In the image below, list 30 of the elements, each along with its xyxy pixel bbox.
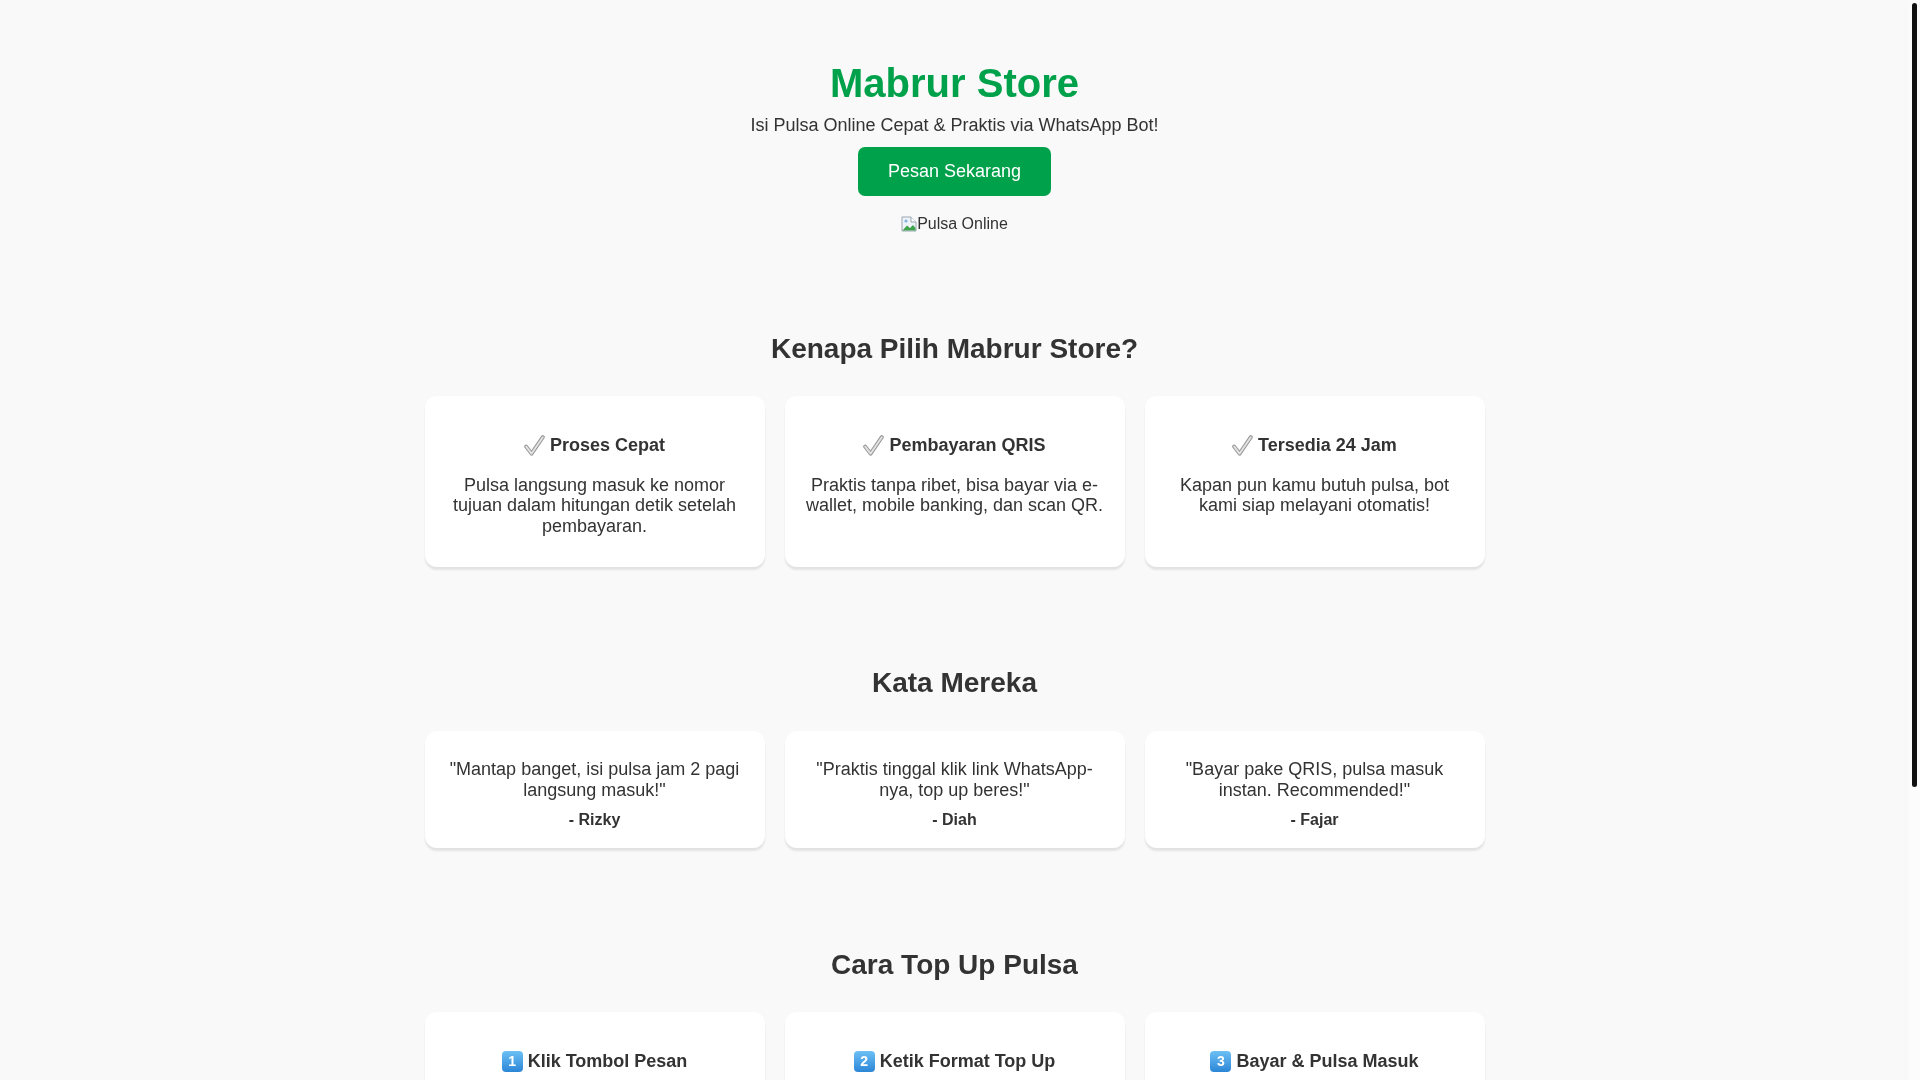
section-heading: Kata Mereka [871,667,1039,700]
step-title: Klik Tombol Pesan [527,1049,688,1073]
scrollbar-thumb[interactable] [1912,3,1917,787]
check-icon [1232,434,1254,456]
testimonial-author: - Rizky [567,810,622,829]
testimonial-quote: "Mantap banget, isi pulsa jam 2 pagi langsung masuk!" [448,759,741,801]
store-tagline: Isi Pulsa Online Cepat & Praktis via WhatsApp Bot! [749,114,1160,136]
feature-text: Kapan pun kamu butuh pulsa, bot kami siap melayani otomatis! [1178,474,1451,516]
step-number: 2 [853,1050,875,1072]
feature-title: Tersedia 24 Jam [1258,434,1397,456]
check-icon [523,434,545,456]
testimonial-author: - Fajar [1289,810,1340,829]
image-alt-text: Pulsa Online [917,215,1008,233]
feature-title: Pembayaran QRIS [889,434,1046,456]
order-button[interactable]: Pesan Sekarang [857,147,1052,196]
section-heading: Cara Top Up Pulsa [830,949,1079,981]
feature-text: Praktis tanpa ribet, bisa bayar via e-wallet, mobile banking, dan scan QR. [804,474,1105,516]
step-title: Ketik Format Top Up [879,1049,1056,1073]
store-title: Mabrur Store [829,60,1080,106]
broken-image-icon [901,216,918,232]
section-heading: Kenapa Pilih Mabrur Store? [769,333,1140,365]
check-icon [863,434,885,456]
step-title: Bayar & Pulsa Masuk [1236,1049,1419,1073]
testimonial-quote: "Bayar pake QRIS, pulsa masuk instan. Recommended!" [1184,759,1445,801]
step-number: 3 [1210,1050,1232,1072]
step-number: 1 [501,1050,523,1072]
testimonial-author: - Diah [931,810,978,829]
feature-title: Proses Cepat [549,434,666,456]
testimonial-quote: "Praktis tinggal klik link WhatsApp-nya, top up beres!" [815,759,1094,801]
feature-text: Pulsa langsung masuk ke nomor tujuan dalam hitungan detik setelah pembayaran. [451,474,738,537]
